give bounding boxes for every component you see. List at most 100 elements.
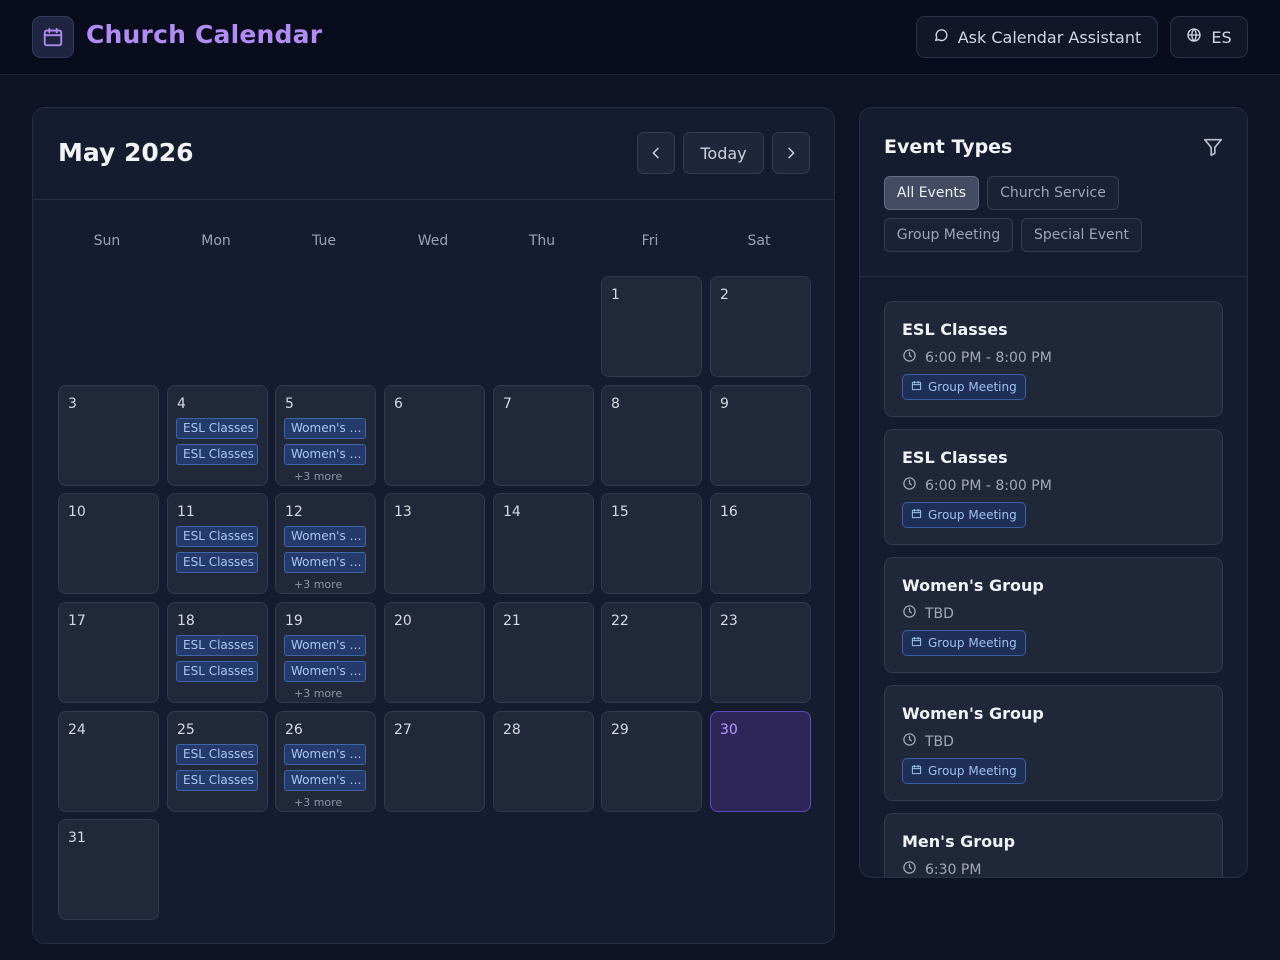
language-toggle-button[interactable]: ES bbox=[1170, 16, 1248, 58]
event-chip[interactable]: ESL Classes bbox=[176, 661, 258, 682]
event-type-label: Group Meeting bbox=[928, 636, 1017, 650]
weekday-label: Mon bbox=[201, 233, 231, 249]
more-events-link[interactable]: +3 more bbox=[294, 470, 342, 483]
weekday-label: Fri bbox=[641, 233, 659, 249]
day-cell[interactable]: 6 bbox=[384, 385, 485, 486]
day-cell[interactable]: 15 bbox=[601, 493, 702, 594]
day-cell[interactable]: 14 bbox=[493, 493, 594, 594]
day-number: 8 bbox=[611, 396, 620, 412]
clock-icon bbox=[902, 476, 917, 495]
event-chip[interactable]: Women's Group bbox=[284, 526, 366, 547]
day-number: 16 bbox=[720, 504, 738, 520]
event-card[interactable]: ESL Classes 6:00 PM - 8:00 PM Group Meetin… bbox=[884, 429, 1223, 545]
day-cell[interactable]: 7 bbox=[493, 385, 594, 486]
event-chip[interactable]: ESL Classes bbox=[176, 770, 258, 791]
day-cell[interactable]: 8 bbox=[601, 385, 702, 486]
event-chip[interactable]: Women's Group bbox=[284, 635, 366, 656]
day-number: 9 bbox=[720, 396, 729, 412]
event-card[interactable]: Men's Group6:30 PMGroup Meeting bbox=[884, 813, 1223, 877]
day-number: 19 bbox=[285, 613, 303, 629]
day-cell[interactable]: 20 bbox=[384, 602, 485, 703]
clock-icon bbox=[902, 732, 917, 751]
day-number: 28 bbox=[503, 722, 521, 738]
day-cell[interactable]: 31 bbox=[58, 819, 159, 920]
event-time: TBD bbox=[902, 604, 954, 623]
event-chip[interactable]: ESL Classes bbox=[176, 526, 258, 547]
event-card[interactable]: Women's Group TBD Group Meeting bbox=[884, 557, 1223, 673]
day-number: 17 bbox=[68, 613, 86, 629]
event-chip[interactable]: ESL Classes bbox=[176, 635, 258, 656]
event-chip[interactable]: Women's Group bbox=[284, 418, 366, 439]
event-chip[interactable]: ESL Classes bbox=[176, 444, 258, 465]
event-chip[interactable]: Women's Group bbox=[284, 444, 366, 465]
day-cell[interactable]: 22 bbox=[601, 602, 702, 703]
event-card[interactable]: ESL Classes 6:00 PM - 8:00 PM Group Meetin… bbox=[884, 301, 1223, 417]
more-events-link[interactable]: +3 more bbox=[294, 796, 342, 809]
day-cell[interactable]: 18 ESL Classes ESL Classes bbox=[167, 602, 268, 703]
day-number: 21 bbox=[503, 613, 521, 629]
day-cell[interactable]: 9 bbox=[710, 385, 811, 486]
day-cell[interactable]: 27 bbox=[384, 711, 485, 812]
weekday-label: Sat bbox=[747, 233, 771, 249]
day-cell[interactable]: 23 bbox=[710, 602, 811, 703]
previous-month-button[interactable] bbox=[637, 132, 675, 174]
event-time: TBD bbox=[902, 732, 954, 751]
day-cell[interactable]: 30 bbox=[710, 711, 811, 812]
event-chip[interactable]: ESL Classes bbox=[176, 552, 258, 573]
day-cell[interactable]: 26 Women's Group Women's Group +3 more bbox=[275, 711, 376, 812]
day-number: 13 bbox=[394, 504, 412, 520]
event-type-button[interactable]: Special Event bbox=[1021, 218, 1142, 252]
day-cell[interactable]: 12 Women's Group Women's Group +3 more bbox=[275, 493, 376, 594]
day-cell[interactable]: 11 ESL Classes ESL Classes bbox=[167, 493, 268, 594]
day-cell[interactable]: 21 bbox=[493, 602, 594, 703]
event-chip[interactable]: Women's Group bbox=[284, 552, 366, 573]
day-cell[interactable]: 29 bbox=[601, 711, 702, 812]
day-number: 7 bbox=[503, 396, 512, 412]
more-events-link[interactable]: +3 more bbox=[294, 578, 342, 591]
language-label: ES bbox=[1211, 27, 1232, 47]
event-chip[interactable]: Women's Group bbox=[284, 661, 366, 682]
day-cell[interactable]: 28 bbox=[493, 711, 594, 812]
event-chip[interactable]: Women's Group bbox=[284, 744, 366, 765]
today-button[interactable]: Today bbox=[683, 132, 764, 174]
calendar-header: May 2026 Today bbox=[33, 108, 834, 200]
chat-bubble-icon bbox=[933, 27, 949, 47]
day-number: 20 bbox=[394, 613, 412, 629]
day-cell[interactable]: 25 ESL Classes ESL Classes bbox=[167, 711, 268, 812]
event-title: ESL Classes bbox=[902, 320, 1008, 339]
event-type-button[interactable]: Group Meeting bbox=[884, 218, 1013, 252]
event-chip[interactable]: ESL Classes bbox=[176, 418, 258, 439]
day-cell[interactable]: 13 bbox=[384, 493, 485, 594]
day-cell[interactable]: 24 bbox=[58, 711, 159, 812]
clock-icon bbox=[902, 348, 917, 367]
weekday-label: Tue bbox=[312, 233, 336, 249]
day-cell[interactable]: 10 bbox=[58, 493, 159, 594]
day-cell[interactable]: 5 Women's Group Women's Group +3 more bbox=[275, 385, 376, 486]
day-cell[interactable]: 2 bbox=[710, 276, 811, 377]
day-cell[interactable]: 3 bbox=[58, 385, 159, 486]
event-type-button[interactable]: Church Service bbox=[987, 176, 1119, 210]
event-time-text: 6:00 PM - 8:00 PM bbox=[925, 477, 1052, 494]
day-cell[interactable]: 1 bbox=[601, 276, 702, 377]
event-card[interactable]: Women's Group TBD Group Meeting bbox=[884, 685, 1223, 801]
day-cell[interactable]: 16 bbox=[710, 493, 811, 594]
next-month-button[interactable] bbox=[772, 132, 810, 174]
filter-icon[interactable] bbox=[1202, 136, 1224, 162]
event-title: Women's Group bbox=[902, 576, 1044, 595]
calendar-logo-icon bbox=[32, 16, 74, 58]
event-type-tag: Group Meeting bbox=[902, 758, 1026, 784]
event-chip[interactable]: ESL Classes bbox=[176, 744, 258, 765]
calendar-icon bbox=[911, 508, 922, 522]
event-type-label: Group Meeting bbox=[928, 380, 1017, 394]
day-cell[interactable]: 4 ESL Classes ESL Classes bbox=[167, 385, 268, 486]
event-time: 6:00 PM - 8:00 PM bbox=[902, 348, 1052, 367]
event-type-button[interactable]: All Events bbox=[884, 176, 979, 210]
more-events-link[interactable]: +3 more bbox=[294, 687, 342, 700]
chevron-left-icon bbox=[652, 147, 659, 159]
event-type-label: Group Meeting bbox=[928, 764, 1017, 778]
event-chip[interactable]: Women's Group bbox=[284, 770, 366, 791]
day-cell[interactable]: 19 Women's Group Women's Group +3 more bbox=[275, 602, 376, 703]
day-cell[interactable]: 17 bbox=[58, 602, 159, 703]
chevron-right-icon bbox=[788, 147, 795, 159]
ask-assistant-button[interactable]: Ask Calendar Assistant bbox=[916, 16, 1158, 58]
